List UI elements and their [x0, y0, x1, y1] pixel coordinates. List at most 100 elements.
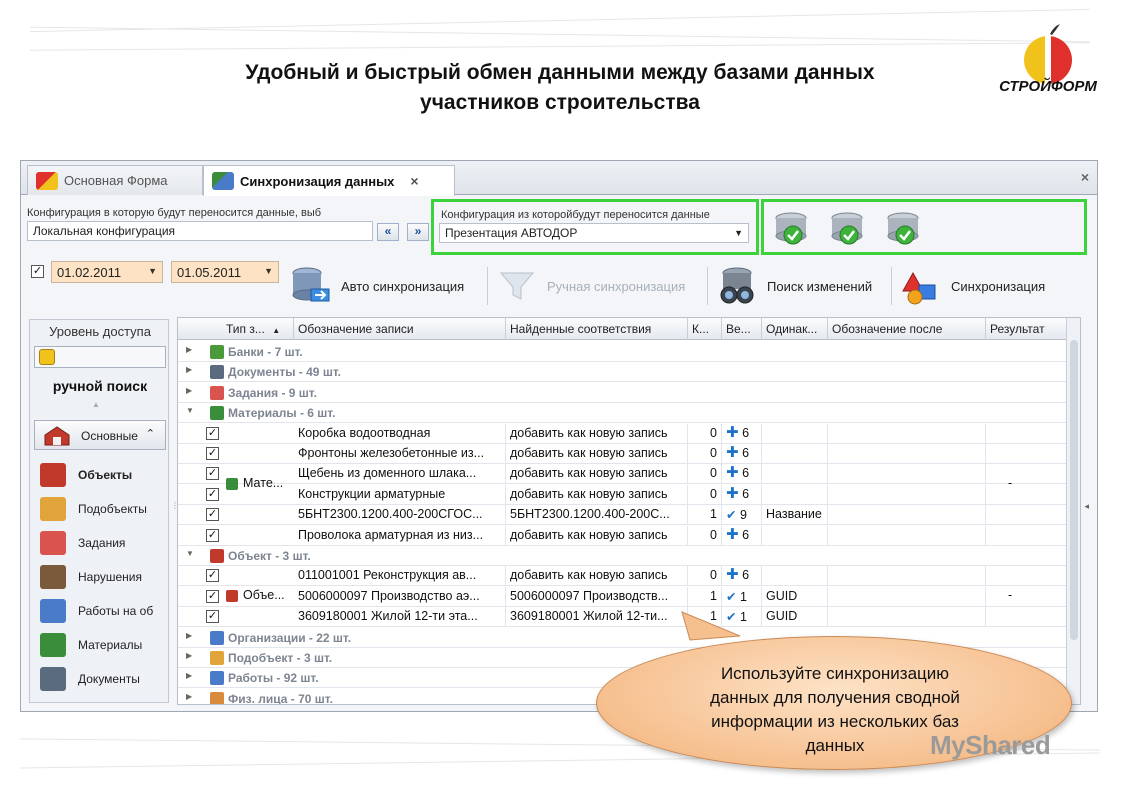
grid-scrollbar[interactable] [1066, 318, 1080, 704]
expand-icon[interactable]: ▶ [186, 345, 192, 354]
database-check-icon[interactable] [829, 211, 865, 245]
access-level-field[interactable] [34, 346, 166, 368]
tab-main-form[interactable]: Основная Форма [27, 165, 203, 195]
date-from-value: 01.02.2011 [57, 265, 122, 280]
date-filter-checkbox[interactable]: ✓ [31, 265, 44, 279]
column-header-version[interactable]: Ве... [722, 318, 762, 340]
move-left-button[interactable]: « [377, 223, 399, 241]
match-cell[interactable]: добавить как новую запись [506, 423, 688, 444]
nav-item-tasks[interactable]: Задания [40, 528, 125, 558]
nav-item-violations[interactable]: Нарушения [40, 562, 142, 592]
tool-label: Синхронизация [951, 278, 1046, 294]
table-row[interactable]: ✓ Проволока арматурная из низ... добавить … [178, 525, 1066, 546]
database-check-icon[interactable] [773, 211, 809, 245]
group-label: Задания - 9 шт. [228, 385, 317, 400]
match-cell[interactable]: 5006000097 Производств... [506, 586, 688, 607]
nav-item-materials[interactable]: Материалы [40, 630, 142, 660]
collapse-icon[interactable]: ▼ [186, 549, 194, 558]
expand-icon[interactable]: ▶ [186, 692, 192, 701]
record-name-cell[interactable]: Коробка водоотводная [294, 423, 506, 444]
expand-icon[interactable]: ▶ [186, 651, 192, 660]
version-cell: ✔ 9 [722, 505, 762, 526]
nav-item-objects[interactable]: Объекты [40, 460, 132, 490]
tool-label: Авто синхронизация [341, 278, 465, 294]
move-right-button[interactable]: » [407, 223, 429, 241]
group-row[interactable]: ▼ Объект - 3 шт. [178, 546, 1066, 566]
match-cell[interactable]: добавить как новую запись [506, 566, 688, 587]
window-close-icon[interactable]: × [1081, 169, 1089, 185]
row-checkbox[interactable]: ✓ [206, 447, 219, 460]
match-cell[interactable]: добавить как новую запись [506, 525, 688, 546]
row-checkbox[interactable]: ✓ [206, 508, 219, 522]
record-name-cell[interactable]: Щебень из доменного шлака... [294, 464, 506, 485]
column-header-name-after[interactable]: Обозначение после [828, 318, 986, 340]
database-check-icon[interactable] [885, 211, 921, 245]
column-header-k[interactable]: К... [688, 318, 722, 340]
match-cell[interactable]: 5БНТ2300.1200.400-200С... [506, 505, 688, 526]
scrollbar-thumb[interactable] [1070, 340, 1078, 640]
group-row[interactable]: ▶ Банки - 7 шт. [178, 342, 1066, 362]
table-row[interactable]: ✓ Щебень из доменного шлака... добавить ка… [178, 464, 1066, 485]
sync-button[interactable]: Синхронизация [899, 261, 1045, 311]
target-config-label: Конфигурация в которую будут переносится… [27, 207, 322, 219]
name-after-cell [828, 607, 986, 628]
row-checkbox[interactable]: ✓ [206, 467, 219, 481]
row-checkbox[interactable]: ✓ [206, 528, 219, 542]
auto-sync-button[interactable]: Авто синхронизация [289, 261, 464, 311]
source-config-select[interactable]: Презентация АВТОДОР ▼ [439, 223, 749, 243]
collapse-icon[interactable]: ▼ [186, 406, 194, 415]
scroll-up-icon[interactable]: ▲ [92, 400, 100, 409]
group-row[interactable]: ▼ Материалы - 6 шт. [178, 403, 1066, 424]
record-name-cell[interactable]: Конструкции арматурные [294, 484, 506, 505]
row-checkbox[interactable]: ✓ [206, 487, 219, 501]
record-name-cell[interactable]: 5БНТ2300.1200.400-200СГОС... [294, 505, 506, 526]
record-name-cell[interactable]: 5006000097 Производство аэ... [294, 586, 506, 607]
match-cell[interactable]: 3609180001 Жилой 12-ти... [506, 607, 688, 628]
match-cell[interactable]: добавить как новую запись [506, 464, 688, 485]
check-icon: ✔ [726, 610, 737, 625]
record-name-cell[interactable]: 011001001 Реконструкция ав... [294, 566, 506, 587]
tab-data-sync[interactable]: Синхронизация данных × [203, 165, 455, 196]
record-name-cell[interactable]: Фронтоны железобетонные из... [294, 444, 506, 464]
row-checkbox[interactable]: ✓ [206, 569, 219, 583]
expand-icon[interactable]: ▶ [186, 386, 192, 395]
date-from-field[interactable]: 01.02.2011 ▼ [51, 261, 163, 283]
table-row[interactable]: ✓ 5006000097 Производство аэ... 5006000097… [178, 586, 1066, 607]
nav-item-documents[interactable]: Документы [40, 664, 140, 694]
table-row[interactable]: ✓ 5БНТ2300.1200.400-200СГОС... 5БНТ2300.12… [178, 505, 1066, 526]
row-checkbox[interactable]: ✓ [206, 589, 219, 603]
group-row[interactable]: ▶ Задания - 9 шт. [178, 383, 1066, 403]
row-checkbox[interactable]: ✓ [206, 426, 219, 440]
nav-item-subobjects[interactable]: Подобъекты [40, 494, 147, 524]
table-row[interactable]: ✓ 3609180001 Жилой 12-ти эта... 3609180001… [178, 607, 1066, 628]
basic-section-header[interactable]: Основные ⌃ [34, 420, 166, 450]
column-header-type[interactable]: Тип з... ▲ [178, 318, 294, 340]
record-name-cell[interactable]: 3609180001 Жилой 12-ти эта... [294, 607, 506, 628]
count-cell: 0 [688, 484, 722, 505]
row-checkbox[interactable]: ✓ [206, 610, 219, 624]
databases-highlight [761, 199, 1087, 255]
table-row[interactable]: ✓ Фронтоны железобетонные из... добавить к… [178, 444, 1066, 464]
column-header-name[interactable]: Обозначение записи [294, 318, 506, 340]
match-cell[interactable]: добавить как новую запись [506, 484, 688, 505]
manual-sync-button[interactable]: Ручная синхронизация [495, 261, 685, 311]
column-header-matches[interactable]: Найденные соответствия [506, 318, 688, 340]
group-row[interactable]: ▶ Документы - 49 шт. [178, 362, 1066, 383]
tab-close-icon[interactable]: × [410, 173, 418, 189]
find-changes-button[interactable]: Поиск изменений [715, 261, 872, 311]
column-header-result[interactable]: Результат [986, 318, 1068, 340]
expand-icon[interactable]: ▶ [186, 365, 192, 374]
table-row[interactable]: ✓ Конструкции арматурные добавить как нову… [178, 484, 1066, 505]
nav-item-works[interactable]: Работы на об [40, 596, 153, 626]
table-row[interactable]: ✓ 011001001 Реконструкция ав... добавить к… [178, 566, 1066, 587]
right-collapse-arrow[interactable]: ◂ [1084, 501, 1089, 512]
match-cell[interactable]: добавить как новую запись [506, 444, 688, 464]
table-row[interactable]: ✓ Коробка водоотводная добавить как новую … [178, 423, 1066, 444]
date-to-field[interactable]: 01.05.2011 ▼ [171, 261, 279, 283]
expand-icon[interactable]: ▶ [186, 671, 192, 680]
expand-icon[interactable]: ▶ [186, 631, 192, 640]
manual-search-label[interactable]: ручной поиск [30, 378, 170, 394]
column-header-same[interactable]: Одинак... [762, 318, 828, 340]
target-config-field[interactable]: Локальная конфигурация [27, 221, 373, 241]
record-name-cell[interactable]: Проволока арматурная из низ... [294, 525, 506, 546]
